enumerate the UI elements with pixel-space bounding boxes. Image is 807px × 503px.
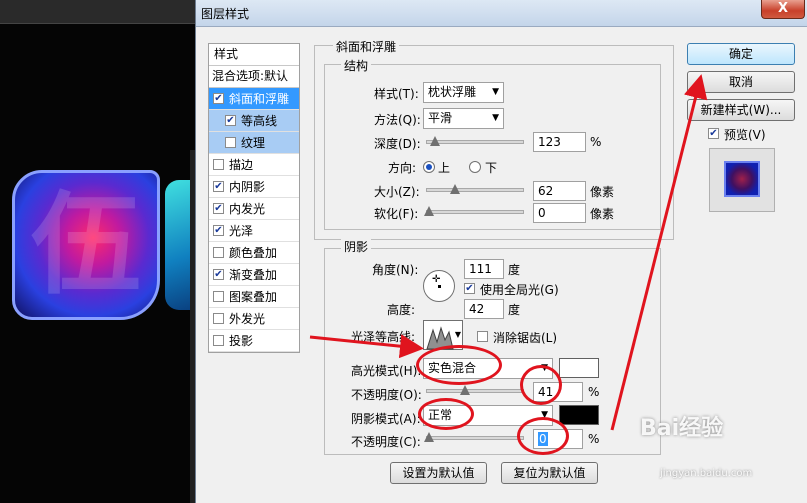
annotation-arrow-to-contour (309, 334, 424, 359)
watermark-logo: Bai经验 (640, 416, 724, 441)
annotation-arrow-to-ok (610, 74, 708, 431)
watermark-url: jingyan.baidu.com (660, 468, 753, 479)
